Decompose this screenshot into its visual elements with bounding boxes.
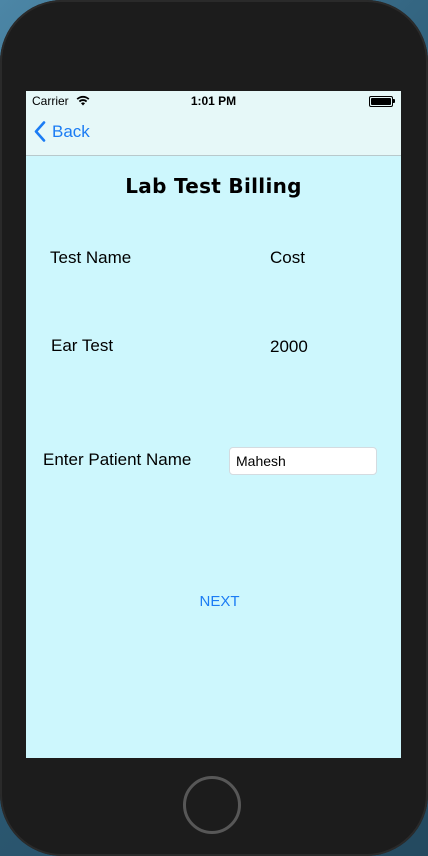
back-button[interactable]: Back [34,121,90,142]
patient-name-label: Enter Patient Name [43,450,192,469]
app-screen: Carrier 1:01 PM Back Lab Test Billing Te… [26,91,401,758]
status-bar: Carrier 1:01 PM [26,91,401,111]
battery-full-icon [369,96,395,107]
test-name-header: Test Name [50,248,132,267]
navigation-bar: Back [26,111,401,156]
phone-frame: Carrier 1:01 PM Back Lab Test Billing Te… [0,0,428,856]
cost-value: 2000 [270,337,308,356]
home-button[interactable] [183,776,241,834]
patient-name-input[interactable] [229,447,377,475]
page-title: Lab Test Billing [125,174,302,198]
test-name-value: Ear Test [51,336,114,355]
cost-header: Cost [270,248,305,267]
chevron-left-icon [34,121,46,142]
clock: 1:01 PM [190,94,237,108]
next-button[interactable]: NEXT [26,593,401,610]
back-label: Back [52,121,90,141]
